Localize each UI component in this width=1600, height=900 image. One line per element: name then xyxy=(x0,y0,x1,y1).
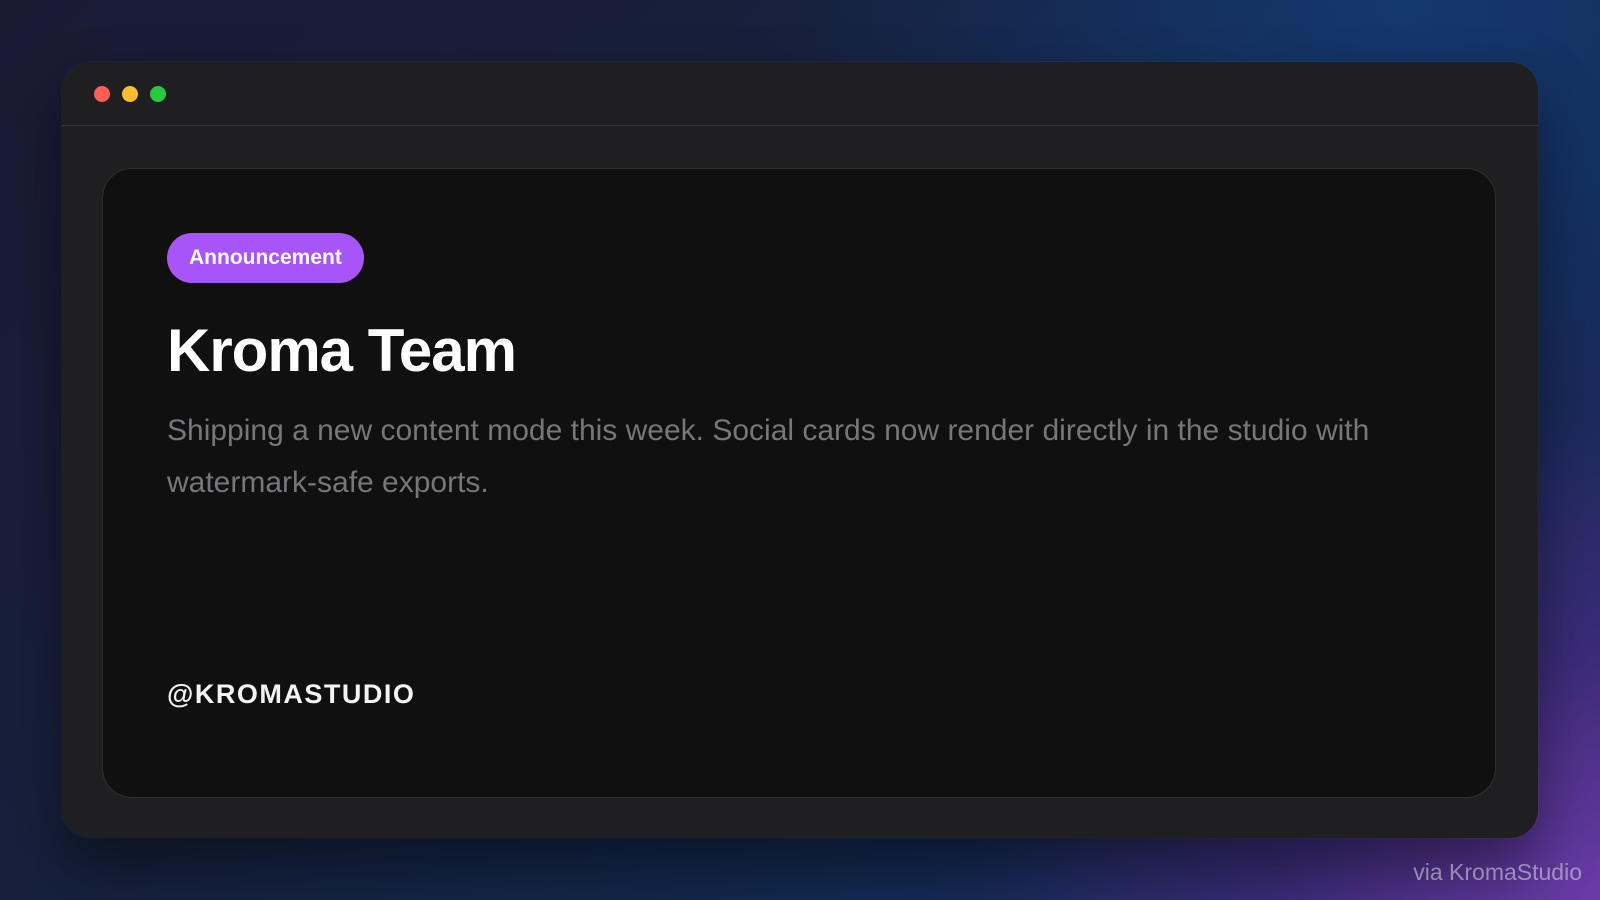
app-window: Announcement Kroma Team Shipping a new c… xyxy=(62,62,1538,838)
window-titlebar xyxy=(62,62,1538,126)
close-window-button[interactable] xyxy=(94,86,110,102)
card-title: Kroma Team xyxy=(167,317,517,384)
social-card: Announcement Kroma Team Shipping a new c… xyxy=(102,168,1496,798)
card-handle: @KROMASTUDIO xyxy=(167,679,416,709)
watermark-text: via KromaStudio xyxy=(1413,859,1582,885)
maximize-window-button[interactable] xyxy=(150,86,166,102)
announcement-badge: Announcement xyxy=(167,233,364,283)
minimize-window-button[interactable] xyxy=(122,86,138,102)
card-body-text: Shipping a new content mode this week. S… xyxy=(167,414,1370,499)
